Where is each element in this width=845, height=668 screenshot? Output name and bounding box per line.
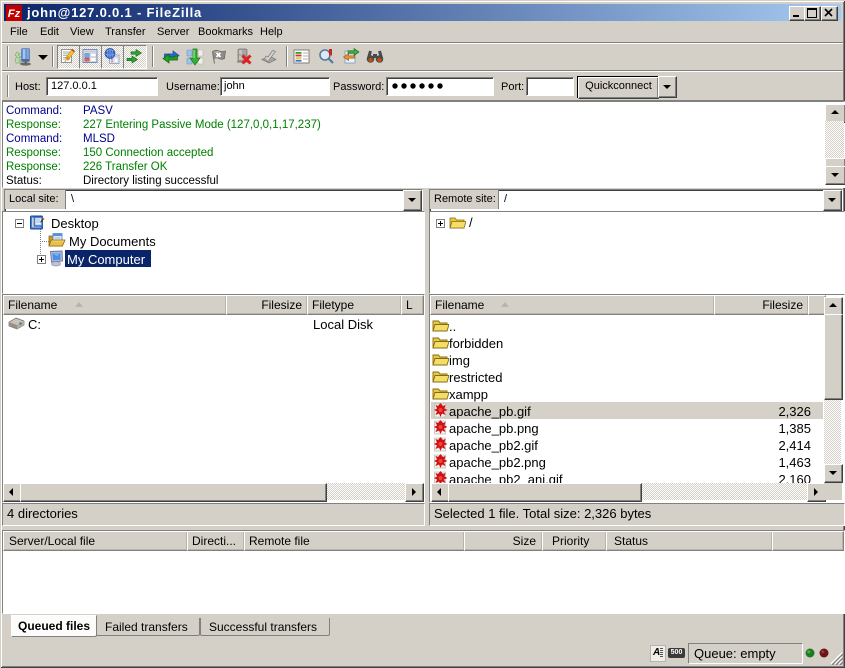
svg-text:Fz: Fz	[8, 8, 21, 20]
